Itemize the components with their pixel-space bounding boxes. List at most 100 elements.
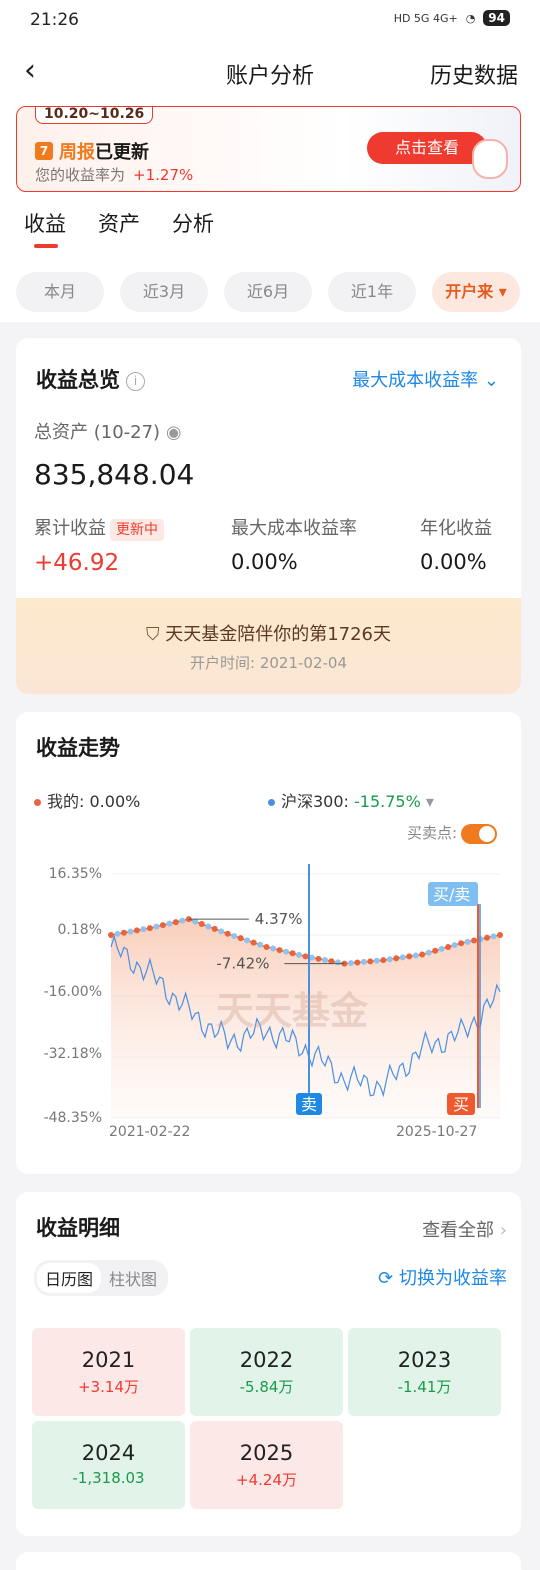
chevron-down-icon: ⌄ [483, 370, 499, 391]
year-label: 2024 [81, 1441, 136, 1465]
trade-point [224, 930, 231, 937]
trend-card: 收益走势 我的: 0.00% 沪深300: -15.75% ▾ 买卖点: 16.… [16, 712, 521, 1174]
seg-bar[interactable]: 柱状图 [101, 1263, 165, 1293]
report-rate-value: +1.27% [133, 166, 194, 184]
overview-title: 收益总览 i [36, 364, 145, 394]
tab-analysis[interactable]: 分析 [172, 208, 214, 238]
report-date-range: 10.20~10.26 [35, 107, 154, 124]
report-rate-line: 您的收益率为 +1.27% [35, 164, 193, 185]
report-rate-label: 您的收益率为 [35, 166, 126, 184]
total-asset-label-text: 总资产 (10-27) [34, 422, 161, 443]
trade-point [270, 945, 277, 952]
metric-switch-label: 最大成本收益率 [352, 370, 479, 391]
trade-point [386, 956, 393, 963]
shield-icon: ⛉ [145, 624, 160, 645]
max-cost-rate-value: 0.00% [231, 550, 298, 574]
peak-annotation: 4.37% [255, 910, 303, 928]
trade-point [412, 952, 419, 959]
overview-card: 收益总览 i 最大成本收益率 ⌄ 总资产 (10-27) ◉ 835,848.04… [16, 338, 521, 694]
period-selector: 本月 近3月 近6月 近1年 开户来 ▾ [16, 272, 520, 312]
year-label: 2022 [239, 1348, 294, 1372]
trade-point [120, 929, 127, 936]
trade-point [354, 959, 361, 966]
trade-point [114, 930, 121, 937]
trade-point [367, 958, 374, 965]
period-3-months[interactable]: 近3月 [120, 272, 208, 312]
year-value: -5.84万 [239, 1378, 294, 1396]
eye-icon[interactable]: ◉ [166, 422, 182, 443]
year-label: 2021 [81, 1348, 136, 1372]
top-area: 21:26 HD 5G 4G+ ◔ 94 ‹ 账户分析 历史数据 10.20~1… [0, 0, 540, 322]
companion-line: ⛉ 天天基金陪伴你的第1726天 [16, 620, 521, 646]
trade-point [146, 925, 153, 932]
year-value: -1,318.03 [72, 1469, 145, 1487]
period-since-open-label: 开户来 [445, 282, 494, 301]
seg-calendar[interactable]: 日历图 [37, 1263, 102, 1293]
caret-down-icon: ▾ [498, 282, 507, 301]
trade-point [445, 943, 452, 950]
trade-point [159, 922, 166, 929]
trade-point [406, 953, 413, 960]
year-value: +4.24万 [236, 1471, 297, 1489]
trade-point [497, 931, 503, 938]
trade-point [360, 958, 367, 965]
network-icon: HD 5G 4G+ [393, 11, 458, 25]
trade-point [257, 941, 264, 948]
trade-point [458, 940, 465, 947]
switch-to-rate-label: 切换为收益率 [399, 1268, 507, 1289]
trade-point [205, 923, 212, 930]
trade-point [451, 942, 458, 949]
report-tag-b: 已更新 [95, 142, 149, 163]
year-cell-2024[interactable]: 2024 -1,318.03 [32, 1421, 185, 1509]
view-all-link[interactable]: 查看全部 › [422, 1216, 507, 1242]
metric-switch[interactable]: 最大成本收益率 ⌄ [352, 366, 499, 392]
trade-point [237, 935, 244, 942]
period-6-months[interactable]: 近6月 [224, 272, 312, 312]
overview-title-text: 收益总览 [36, 368, 120, 392]
info-icon[interactable]: i [126, 371, 145, 391]
buy-label: 买 [453, 1095, 469, 1114]
trade-point [419, 951, 426, 958]
main-tabs: 收益 资产 分析 [24, 208, 214, 248]
status-icons: HD 5G 4G+ ◔ 94 [394, 10, 510, 26]
year-value: -1.41万 [397, 1378, 452, 1396]
trade-point [166, 920, 173, 927]
year-cell-2023[interactable]: 2023 -1.41万 [348, 1328, 501, 1416]
trade-point [399, 954, 406, 961]
tab-assets[interactable]: 资产 [98, 208, 140, 238]
trade-point [484, 934, 491, 941]
trade-point [244, 937, 251, 944]
tab-earnings[interactable]: 收益 [24, 208, 66, 248]
view-report-button[interactable]: 点击查看 [367, 132, 487, 164]
trade-point [179, 917, 186, 924]
period-1-year[interactable]: 近1年 [328, 272, 416, 312]
trade-point [289, 950, 296, 957]
period-since-open[interactable]: 开户来 ▾ [432, 272, 520, 312]
next-card-peek [16, 1552, 521, 1570]
trade-point [321, 957, 328, 964]
trade-point [263, 943, 270, 950]
trade-point [231, 932, 238, 939]
trade-point [302, 953, 309, 960]
weekly-report-banner[interactable]: 10.20~10.26 7 周报已更新 您的收益率为 +1.27% 点击查看 [16, 106, 521, 192]
trade-point [438, 945, 445, 952]
cumulative-earnings-label: 累计收益 更新中 [34, 514, 164, 541]
wifi-icon: ◔ [465, 11, 476, 25]
trend-chart[interactable]: 4.37% -7.42% 卖 买 买/卖 [16, 712, 521, 1174]
trade-point [140, 926, 147, 933]
status-bar: 21:26 HD 5G 4G+ ◔ 94 [0, 0, 540, 40]
switch-to-rate[interactable]: ⟳ 切换为收益率 [378, 1264, 507, 1290]
hand-pointer-icon [472, 139, 508, 179]
trade-point [276, 947, 283, 954]
period-this-month[interactable]: 本月 [16, 272, 104, 312]
year-cell-2025[interactable]: 2025 +4.24万 [190, 1421, 343, 1509]
history-data-link[interactable]: 历史数据 [430, 58, 518, 90]
year-cell-2021[interactable]: 2021 +3.14万 [32, 1328, 185, 1416]
view-all-label: 查看全部 [422, 1220, 495, 1241]
trade-point [283, 948, 290, 955]
trade-point [393, 955, 400, 962]
status-time: 21:26 [30, 10, 79, 30]
year-cell-2022[interactable]: 2022 -5.84万 [190, 1328, 343, 1416]
calendar-icon: 7 [35, 142, 53, 160]
trade-point [315, 955, 322, 962]
